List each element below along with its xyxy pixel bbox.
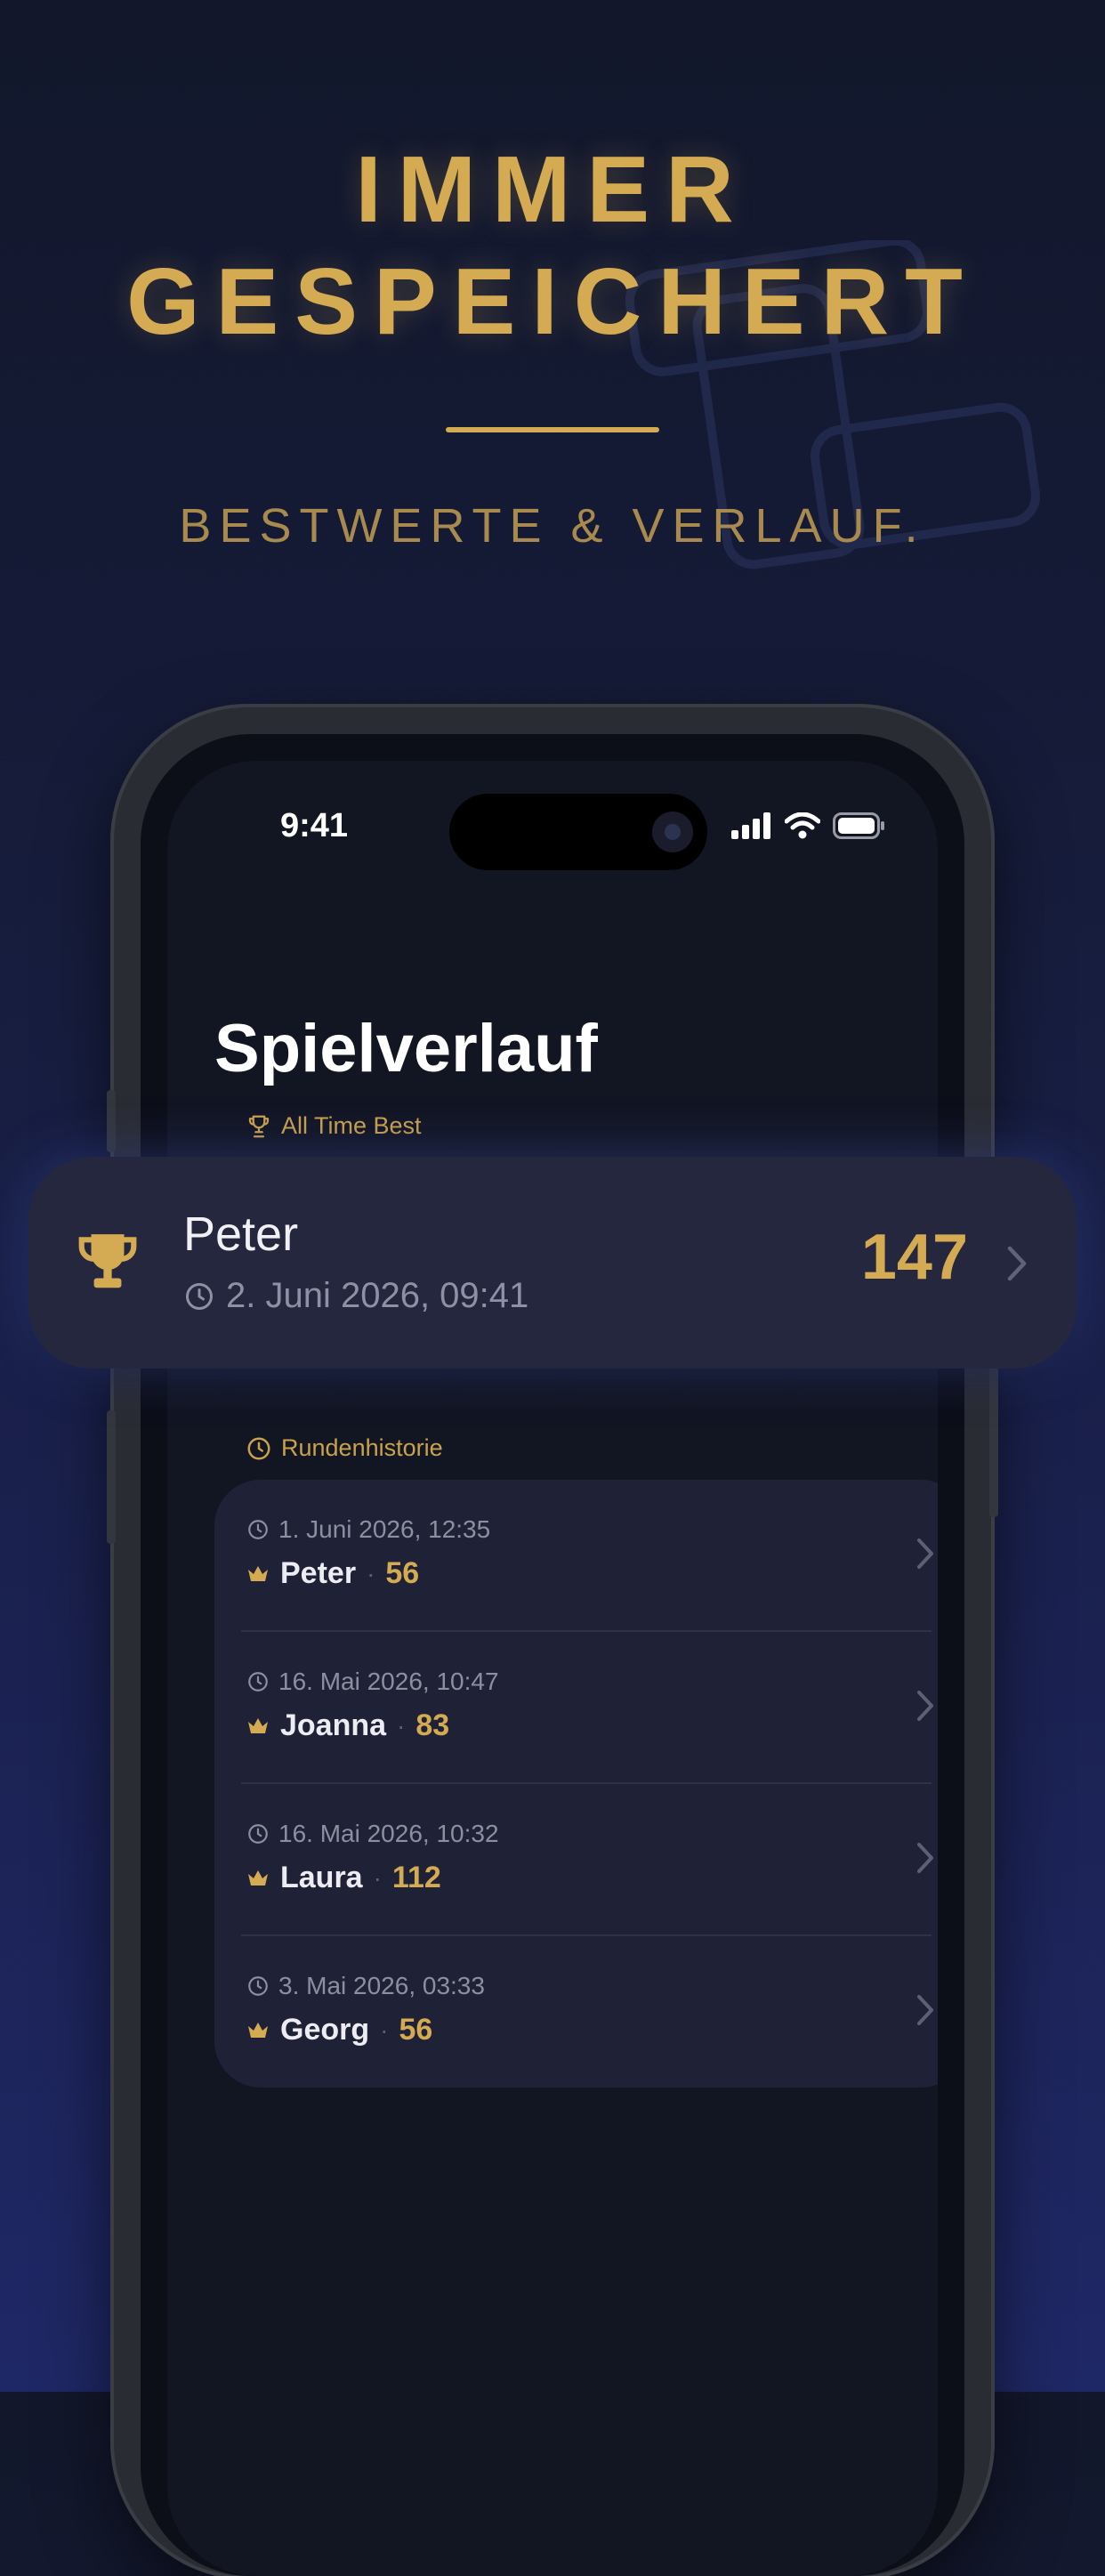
best-section-label: All Time Best xyxy=(246,1112,422,1140)
history-separator: · xyxy=(367,1559,375,1587)
clock-icon xyxy=(248,1520,268,1539)
history-date-text: 3. Mai 2026, 03:33 xyxy=(278,1972,485,1999)
trophy-icon xyxy=(78,1234,137,1288)
history-name: Joanna xyxy=(280,1708,387,1742)
history-score: 56 xyxy=(385,1556,420,1590)
best-section-label-text: All Time Best xyxy=(281,1112,422,1139)
crown-icon xyxy=(248,1869,268,1886)
history-separator: · xyxy=(397,1711,406,1740)
best-player-name: Peter xyxy=(183,1207,299,1261)
history-score: 112 xyxy=(391,1861,441,1894)
crown-icon xyxy=(248,2022,268,2038)
chevron-right-icon xyxy=(917,1843,933,1873)
battery-icon xyxy=(833,812,884,839)
app-screen: 9:41 Spielverlauf All Time Best Rundenhi… xyxy=(167,761,938,2576)
headline-divider xyxy=(446,427,659,432)
best-score: 147 xyxy=(860,1222,968,1293)
trophy-icon xyxy=(248,1115,270,1137)
history-row[interactable]: 3. Mai 2026, 03:33 Georg · 56 xyxy=(214,1936,938,2087)
history-section-label: Rundenhistorie xyxy=(246,1434,443,1462)
clock-icon xyxy=(248,1976,268,1996)
history-date-text: 16. Mai 2026, 10:32 xyxy=(278,1820,499,1847)
phone-volume-button xyxy=(107,1410,116,1544)
clock-icon xyxy=(186,1282,213,1310)
camera-icon xyxy=(652,812,693,852)
history-date: 3. Mai 2026, 03:33 xyxy=(246,1972,485,2000)
chevron-right-icon xyxy=(917,1538,933,1569)
history-player: Joanna · 83 xyxy=(246,1708,449,1743)
status-icons xyxy=(731,812,886,839)
headline-line-1: IMMER xyxy=(355,137,750,242)
wifi-icon xyxy=(785,812,820,839)
chevron-right-icon xyxy=(917,1691,933,1721)
history-row[interactable]: 16. Mai 2026, 10:32 Laura · 112 xyxy=(214,1784,938,1936)
history-player: Laura · 112 xyxy=(246,1861,441,1895)
history-name: Laura xyxy=(280,1861,363,1894)
phone-side-button xyxy=(107,1090,116,1152)
history-list: 1. Juni 2026, 12:35 Peter · 56 16. Mai 2… xyxy=(214,1480,938,2087)
history-date: 16. Mai 2026, 10:32 xyxy=(246,1820,499,1848)
signal-icon xyxy=(731,812,770,839)
all-time-best-card[interactable]: Peter 2. Juni 2026, 09:41 147 xyxy=(28,1157,1077,1369)
history-player: Peter · 56 xyxy=(246,1556,419,1591)
history-date: 16. Mai 2026, 10:47 xyxy=(246,1668,499,1696)
phone-frame: 9:41 Spielverlauf All Time Best Rundenhi… xyxy=(107,707,998,2576)
phone-bezel: 9:41 Spielverlauf All Time Best Rundenhi… xyxy=(141,734,964,2576)
best-date: 2. Juni 2026, 09:41 xyxy=(183,1276,528,1316)
history-name: Peter xyxy=(280,1556,357,1590)
history-separator: · xyxy=(380,2015,389,2044)
history-score: 83 xyxy=(415,1708,450,1742)
promo-headline: IMMER GESPEICHERT xyxy=(0,133,1105,358)
chevron-right-icon xyxy=(917,1995,933,2025)
history-player: Georg · 56 xyxy=(246,2013,432,2047)
history-date-text: 1. Juni 2026, 12:35 xyxy=(278,1515,491,1543)
crown-icon xyxy=(248,1565,268,1581)
clock-icon xyxy=(247,1437,270,1459)
history-score: 56 xyxy=(399,2013,433,2047)
best-date-text: 2. Juni 2026, 09:41 xyxy=(226,1276,529,1315)
page-title: Spielverlauf xyxy=(214,1011,598,1086)
promo-subline: BESTWERTE & VERLAUF. xyxy=(179,499,926,553)
history-date: 1. Juni 2026, 12:35 xyxy=(246,1515,490,1544)
status-time: 9:41 xyxy=(280,807,349,844)
history-row[interactable]: 1. Juni 2026, 12:35 Peter · 56 xyxy=(214,1480,938,1632)
clock-icon xyxy=(248,1824,268,1844)
crown-icon xyxy=(248,1717,268,1733)
history-name: Georg xyxy=(280,2013,370,2047)
chevron-right-icon xyxy=(1007,1246,1027,1281)
history-section-label-text: Rundenhistorie xyxy=(281,1434,443,1461)
history-date-text: 16. Mai 2026, 10:47 xyxy=(278,1668,499,1695)
history-row[interactable]: 16. Mai 2026, 10:47 Joanna · 83 xyxy=(214,1632,938,1784)
history-separator: · xyxy=(373,1863,382,1892)
clock-icon xyxy=(248,1672,268,1692)
dynamic-island xyxy=(449,794,707,870)
headline-line-2: GESPEICHERT xyxy=(126,249,979,354)
